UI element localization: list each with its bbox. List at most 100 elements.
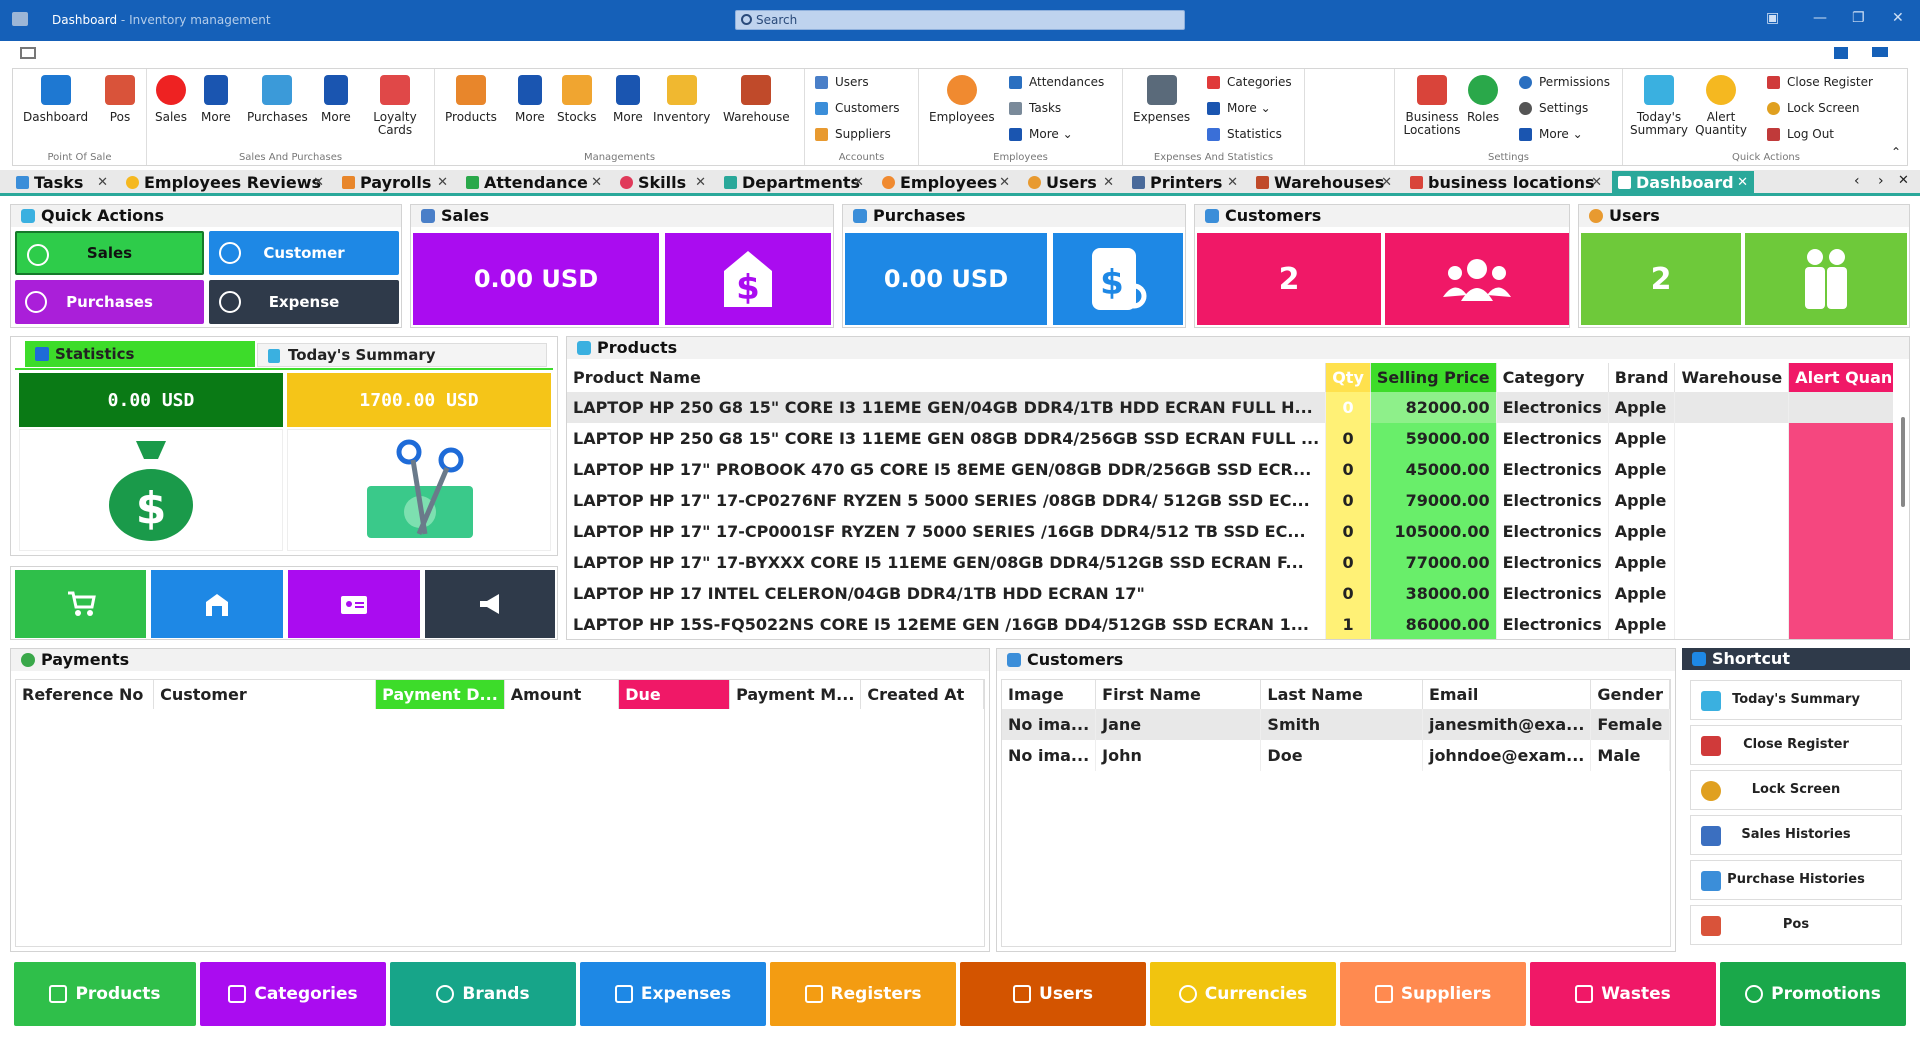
close-tab-icon[interactable]: ✕ [1591,171,1602,194]
close-tab-icon[interactable]: ✕ [695,171,706,194]
column-header[interactable]: Warehouse [1674,363,1790,392]
collapse-ribbon-icon[interactable]: ⌃ [1891,145,1901,159]
close-tab-icon[interactable]: ✕ [1227,171,1238,194]
ribbon-stocks-more-button[interactable]: More [613,75,643,124]
tab-statistics[interactable]: Statistics [25,341,255,367]
ribbon-lock-screen-button[interactable]: Lock Screen [1767,99,1859,117]
ribbon-expenses-button[interactable]: Expenses [1133,75,1190,124]
ribbon-stocks-button[interactable]: Stocks [557,75,596,124]
table-row[interactable]: LAPTOP HP 17" 17-CP0276NF RYZEN 5 5000 S… [567,485,1893,516]
megaphone-button[interactable] [425,570,555,638]
bottom-currencies-button[interactable]: Currencies [1150,962,1336,1026]
ribbon-alert-quantity-button[interactable]: Alert Quantity [1693,75,1749,137]
ribbon-pos-button[interactable]: Pos [105,75,135,124]
ribbon-todays-summary-button[interactable]: Today's Summary [1629,75,1689,137]
table-row[interactable]: No ima... Jane Smith janesmith@exa... Female [1002,709,1670,740]
table-row[interactable]: No ima... John Doe johndoe@exam... Male [1002,740,1670,771]
ribbon-suppliers-button[interactable]: Suppliers [815,125,891,143]
ribbon-close-register-button[interactable]: Close Register [1767,73,1873,91]
table-row[interactable]: LAPTOP HP 17" 17-BYXXX CORE I5 11EME GEN… [567,547,1893,578]
column-header[interactable]: Brand [1608,363,1676,392]
ribbon-roles-button[interactable]: Roles [1467,75,1499,124]
ribbon-settings-button[interactable]: Settings [1519,99,1588,117]
column-header[interactable]: Reference No [16,680,155,709]
shortcut-purchase-histories[interactable]: Purchase Histories [1690,860,1902,900]
ribbon-warehouse-button[interactable]: Warehouse [723,75,790,124]
column-header[interactable]: Category [1496,363,1609,392]
close-tab-icon[interactable]: ✕ [1737,171,1748,194]
tab-employees-reviews[interactable]: Employees Reviews ✕ [120,171,330,194]
close-all-tabs-icon[interactable]: ✕ [1898,173,1909,188]
ribbon-products-more-button[interactable]: More [515,75,545,124]
close-tab-icon[interactable]: ✕ [437,171,448,194]
ribbon-inventory-button[interactable]: Inventory [653,75,710,124]
maximize-icon[interactable]: ❐ [1852,10,1865,26]
column-header[interactable]: Qty [1325,363,1371,392]
column-header[interactable]: Email [1422,680,1592,709]
shortcut-pos[interactable]: Pos [1690,905,1902,945]
bottom-brands-button[interactable]: Brands [390,962,576,1026]
bottom-products-button[interactable]: Products [14,962,196,1026]
table-row[interactable]: LAPTOP HP 17 INTEL CELERON/04GB DDR4/1TB… [567,578,1893,609]
ribbon-sales-button[interactable]: Sales [155,75,187,124]
tabs-left-icon[interactable]: ‹ [1854,173,1860,189]
shortcut-todays-summary[interactable]: Today's Summary [1690,680,1902,720]
sales-tile-icon[interactable]: $ [665,233,831,325]
close-tab-icon[interactable]: ✕ [591,171,602,194]
ribbon-business-locations-button[interactable]: Business Locations [1401,75,1463,137]
close-tab-icon[interactable]: ✕ [313,171,324,194]
column-header[interactable]: Customer [153,680,377,709]
column-header[interactable]: Created At [860,680,984,709]
bottom-registers-button[interactable]: Registers [770,962,956,1026]
shortcut-sales-histories[interactable]: Sales Histories [1690,815,1902,855]
close-tab-icon[interactable]: ✕ [1103,171,1114,194]
ribbon-purchases-more-button[interactable]: More [321,75,351,124]
column-header[interactable]: Last Name [1260,680,1423,709]
ribbon-sales-more-button[interactable]: More [201,75,231,124]
ribbon-attendances-button[interactable]: Attendances [1009,73,1104,91]
qa-sales-button[interactable]: Sales [15,231,204,275]
ribbon-statistics-button[interactable]: Statistics [1207,125,1282,143]
bottom-promotions-button[interactable]: Promotions [1720,962,1906,1026]
ribbon-purchases-button[interactable]: Purchases [247,75,308,124]
column-header[interactable]: Alert Quan... [1788,363,1893,392]
ribbon-categories-button[interactable]: Categories [1207,73,1292,91]
ribbon-expenses-more-button[interactable]: More ⌄ [1207,99,1271,117]
close-tab-icon[interactable]: ✕ [999,171,1010,194]
table-row[interactable]: LAPTOP HP 17" 17-CP0001SF RYZEN 7 5000 S… [567,516,1893,547]
qa-purchases-button[interactable]: Purchases [15,280,204,324]
ribbon-tasks-button[interactable]: Tasks [1009,99,1061,117]
theme-icon[interactable] [1872,47,1888,57]
tab-todays-summary[interactable]: Today's Summary [257,343,547,367]
tab-tasks[interactable]: Tasks ✕ [10,171,114,194]
ribbon-permissions-button[interactable]: Permissions [1519,73,1610,91]
close-tab-icon[interactable]: ✕ [1381,171,1392,194]
bottom-expenses-button[interactable]: Expenses [580,962,766,1026]
tab-warehouses[interactable]: Warehouses ✕ [1250,171,1398,194]
users-tile-icon[interactable] [1745,233,1907,325]
layout-icon[interactable] [1834,47,1848,59]
table-row[interactable]: LAPTOP HP 250 G8 15" CORE I3 11EME GEN 0… [567,423,1893,454]
column-header[interactable]: Payment D... [375,680,505,709]
tab-dashboard[interactable]: Dashboard ✕ [1612,171,1754,194]
qa-customer-button[interactable]: Customer [209,231,399,275]
customers-tile-icon[interactable] [1385,233,1569,325]
shortcut-lock-screen[interactable]: Lock Screen [1690,770,1902,810]
ribbon-dashboard-button[interactable]: Dashboard [23,75,88,124]
tabs-right-icon[interactable]: › [1878,173,1884,189]
table-row[interactable]: LAPTOP HP 15S-FQ5022NS CORE I5 12EME GEN… [567,609,1893,639]
tab-departments[interactable]: Departments ✕ [718,171,870,194]
ribbon-products-button[interactable]: Products [445,75,497,124]
warehouse-button[interactable] [151,570,283,638]
ribbon-employees-more-button[interactable]: More ⌄ [1009,125,1073,143]
tab-employees[interactable]: Employees ✕ [876,171,1016,194]
tab-users[interactable]: Users ✕ [1022,171,1120,194]
bottom-categories-button[interactable]: Categories [200,962,386,1026]
close-tab-icon[interactable]: ✕ [853,171,864,194]
bottom-wastes-button[interactable]: Wastes [1530,962,1716,1026]
column-header[interactable]: Amount [504,680,620,709]
ribbon-customers-button[interactable]: Customers [815,99,900,117]
column-header[interactable]: Due [618,680,731,709]
column-header[interactable]: Image [1002,680,1097,709]
tab-business-locations[interactable]: business locations ✕ [1404,171,1608,194]
